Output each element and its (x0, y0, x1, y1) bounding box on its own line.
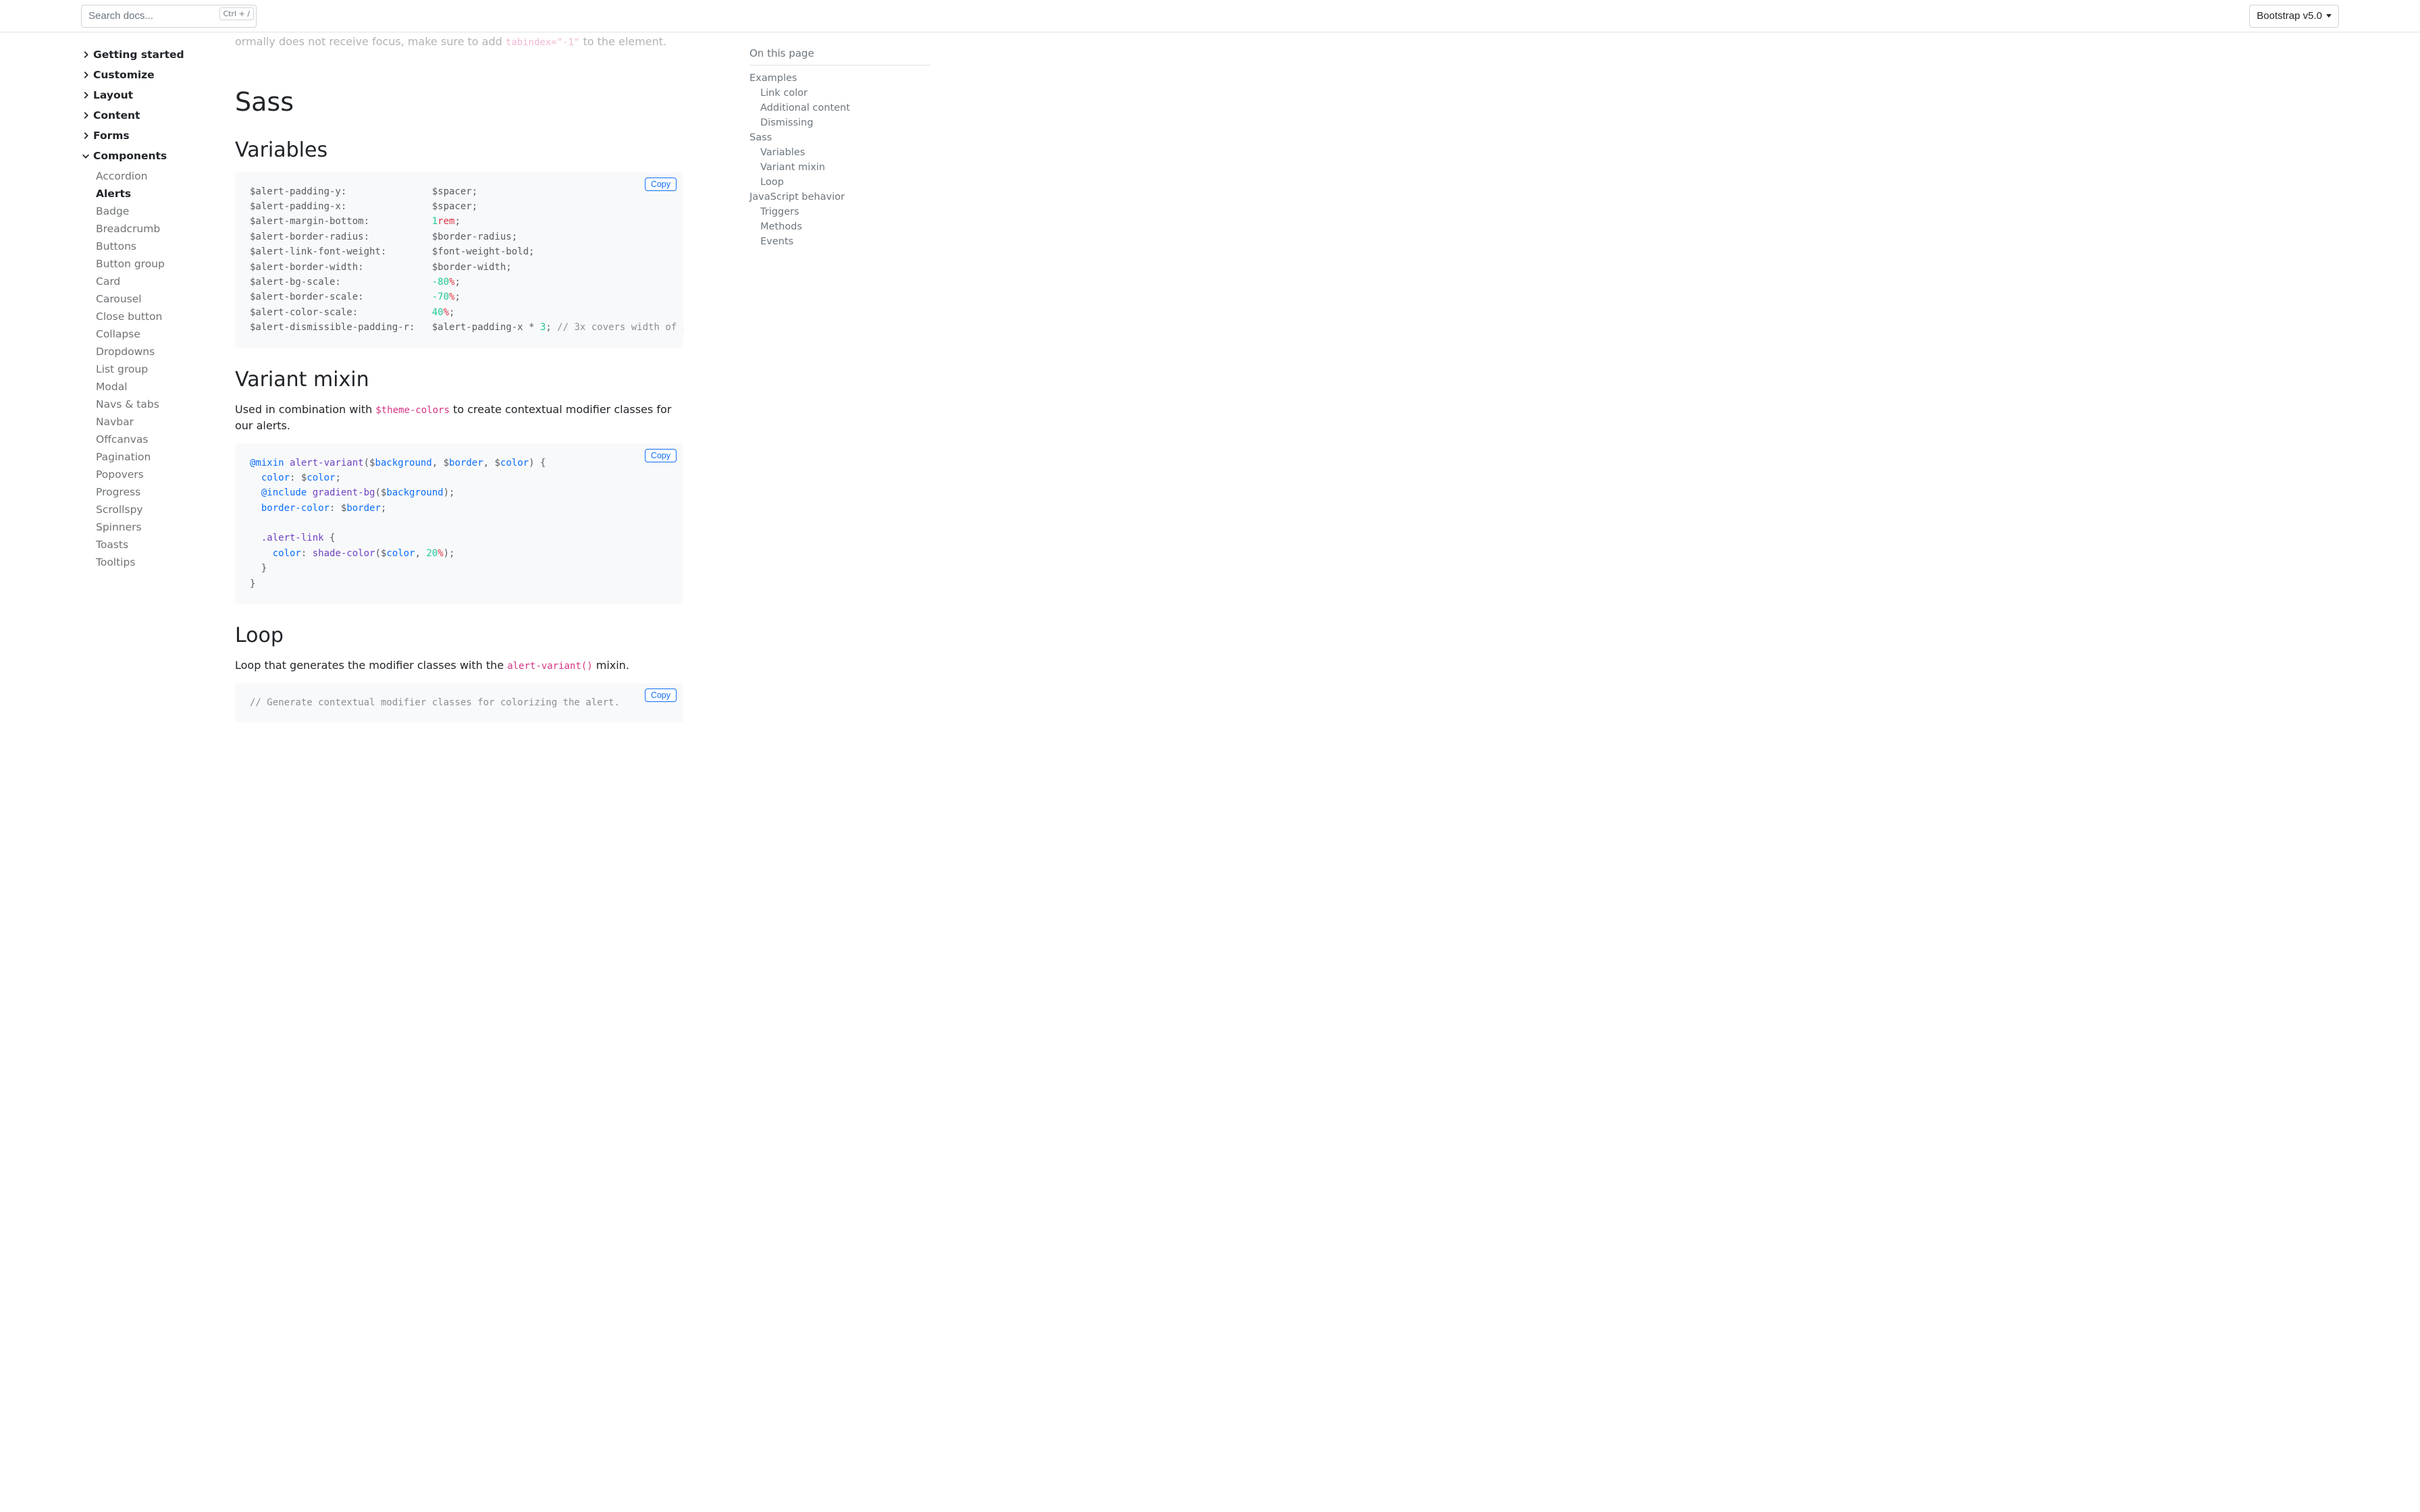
sidebar-group-label: Layout (93, 89, 133, 101)
lead-fragment-text: ormally does not receive focus, make sur… (235, 35, 506, 48)
toc-link[interactable]: Examples (749, 71, 930, 86)
version-dropdown[interactable]: Bootstrap v5.0 (2249, 5, 2339, 28)
sidebar-components-list: AccordionAlertsBadgeBreadcrumbButtonsBut… (81, 167, 213, 571)
main-content: ormally does not receive focus, make sur… (216, 32, 702, 776)
sidebar-group-label: Getting started (93, 49, 184, 61)
sidebar-item-offcanvas[interactable]: Offcanvas (96, 431, 213, 448)
chevron-right-icon (81, 111, 90, 120)
text: Used in combination with (235, 403, 375, 416)
sidebar-group-layout[interactable]: Layout (81, 85, 213, 105)
search-shortcut-badge: Ctrl + / (219, 7, 255, 20)
search-wrap: Ctrl + / (81, 5, 257, 28)
lead-fragment: ormally does not receive focus, make sur… (235, 35, 683, 48)
sidebar-group-getting-started[interactable]: Getting started (81, 45, 213, 65)
sidebar-group-label: Components (93, 150, 167, 162)
code-inline: alert-variant() (507, 661, 592, 672)
sidebar-item-alerts[interactable]: Alerts (96, 185, 213, 202)
sidebar-item-spinners[interactable]: Spinners (96, 518, 213, 536)
sidebar-item-breadcrumb[interactable]: Breadcrumb (96, 220, 213, 238)
code-block-variables: Copy $alert-padding-y: $spacer; $alert-p… (235, 172, 683, 348)
sidebar-group-label: Forms (93, 130, 130, 142)
heading-loop: Loop (235, 624, 683, 648)
sidebar-group-label: Content (93, 109, 140, 122)
heading-variables: Variables (235, 138, 683, 163)
top-nav: Ctrl + / Bootstrap v5.0 (0, 0, 2420, 32)
toc-link[interactable]: Dismissing (760, 115, 930, 130)
lead-fragment-code: tabindex="-1" (506, 37, 580, 48)
sidebar-group-label: Customize (93, 69, 155, 81)
on-this-page: On this page ExamplesLink colorAdditiona… (749, 32, 939, 776)
sidebar-item-close-button[interactable]: Close button (96, 308, 213, 325)
toc-link[interactable]: Methods (760, 219, 930, 234)
sidebar-group-customize[interactable]: Customize (81, 65, 213, 85)
sidebar-item-popovers[interactable]: Popovers (96, 466, 213, 483)
sidebar-item-dropdowns[interactable]: Dropdowns (96, 343, 213, 360)
sidebar-item-card[interactable]: Card (96, 273, 213, 290)
sidebar-group-components[interactable]: Components (81, 146, 213, 166)
chevron-right-icon (81, 131, 90, 140)
chevron-right-icon (81, 50, 90, 59)
sidebar-item-navbar[interactable]: Navbar (96, 413, 213, 431)
sidebar-group-forms[interactable]: Forms (81, 126, 213, 146)
toc-link[interactable]: Variables (760, 145, 930, 160)
sidebar-item-badge[interactable]: Badge (96, 202, 213, 220)
sidebar-item-modal[interactable]: Modal (96, 378, 213, 396)
heading-variant-mixin: Variant mixin (235, 368, 683, 392)
heading-sass: Sass (235, 87, 683, 118)
toc-link[interactable]: Events (760, 234, 930, 249)
sidebar-item-navs-tabs[interactable]: Navs & tabs (96, 396, 213, 413)
sidebar-item-carousel[interactable]: Carousel (96, 290, 213, 308)
toc-link[interactable]: Variant mixin (760, 160, 930, 175)
toc-link[interactable]: Triggers (760, 205, 930, 219)
sidebar-item-tooltips[interactable]: Tooltips (96, 554, 213, 571)
code-inline: $theme-colors (375, 405, 450, 416)
chevron-down-icon (81, 151, 90, 161)
docs-sidebar: Getting started Customize Layout Content… (0, 32, 216, 776)
toc-link[interactable]: Link color (760, 86, 930, 101)
variant-intro: Used in combination with $theme-colors t… (235, 402, 683, 434)
sidebar-item-collapse[interactable]: Collapse (96, 325, 213, 343)
loop-intro: Loop that generates the modifier classes… (235, 657, 683, 674)
toc-title: On this page (749, 47, 930, 65)
sidebar-item-scrollspy[interactable]: Scrollspy (96, 501, 213, 518)
chevron-down-icon (2326, 14, 2332, 18)
text: Loop that generates the modifier classes… (235, 659, 507, 672)
toc-link[interactable]: Additional content (760, 101, 930, 115)
copy-button[interactable]: Copy (645, 178, 677, 191)
code-block-variant: Copy @mixin alert-variant($background, $… (235, 443, 683, 604)
sidebar-item-pagination[interactable]: Pagination (96, 448, 213, 466)
text: mixin. (593, 659, 629, 672)
lead-fragment-text: to the element. (579, 35, 666, 48)
sidebar-item-buttons[interactable]: Buttons (96, 238, 213, 255)
toc-list: ExamplesLink colorAdditional contentDism… (749, 71, 930, 249)
sidebar-item-progress[interactable]: Progress (96, 483, 213, 501)
chevron-right-icon (81, 90, 90, 100)
code-block-loop: Copy // Generate contextual modifier cla… (235, 683, 683, 722)
toc-link[interactable]: JavaScript behavior (749, 190, 930, 205)
sidebar-group-content[interactable]: Content (81, 105, 213, 126)
chevron-right-icon (81, 70, 90, 80)
sidebar-item-accordion[interactable]: Accordion (96, 167, 213, 185)
copy-button[interactable]: Copy (645, 688, 677, 702)
sidebar-item-list-group[interactable]: List group (96, 360, 213, 378)
sidebar-item-toasts[interactable]: Toasts (96, 536, 213, 554)
toc-link[interactable]: Loop (760, 175, 930, 190)
sidebar-item-button-group[interactable]: Button group (96, 255, 213, 273)
version-label: Bootstrap v5.0 (2257, 10, 2322, 22)
copy-button[interactable]: Copy (645, 449, 677, 462)
toc-link[interactable]: Sass (749, 130, 930, 145)
